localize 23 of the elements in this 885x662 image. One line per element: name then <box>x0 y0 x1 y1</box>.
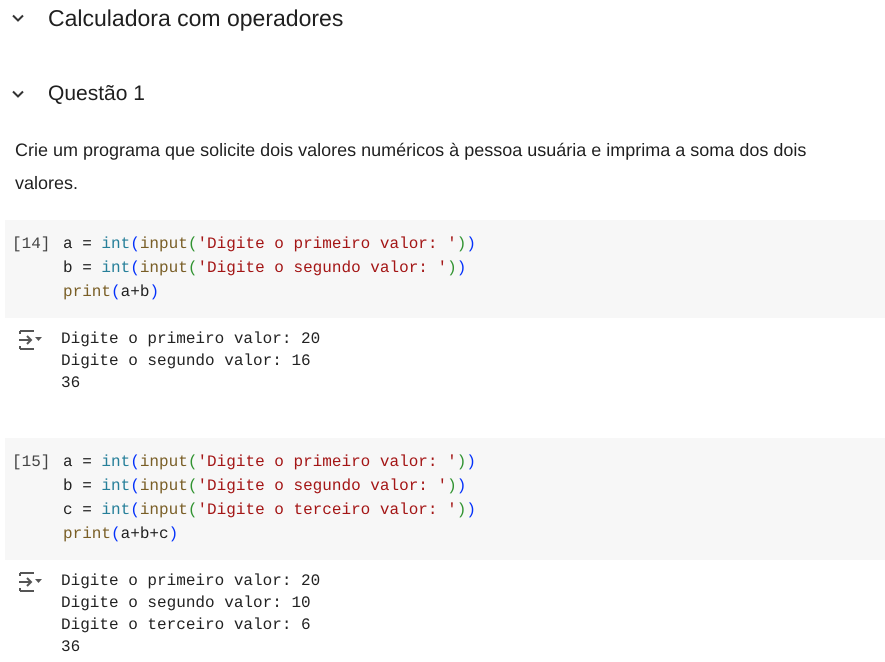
output-line: Digite o segundo valor: 10 <box>61 593 312 614</box>
code-line: print(a+b+c) <box>63 524 180 545</box>
output-line: Digite o primeiro valor: 20 <box>61 329 320 350</box>
section-heading: Calculadora com operadores <box>48 4 344 32</box>
code-line: b = int(input('Digite o segundo valor: ')) <box>63 476 468 497</box>
section-heading: Questão 1 <box>48 82 145 106</box>
output-line: Digite o segundo valor: 16 <box>61 351 312 372</box>
code-line: print(a+b) <box>63 282 160 303</box>
paragraph: Crie um programa que solicite dois valores numéricos à pessoa usuária e imprima a soma dos dois valores. <box>15 139 808 195</box>
execution-count: [15] <box>12 452 52 473</box>
code-cell[interactable]: [15] a = int(input('Digite o primeiro valor: ')) b = int(input('Digite o segundo valor: ')) c = int(input('Digite o terceiro valor: ')) print(a+b+c) <box>5 438 885 560</box>
code-cell[interactable]: [14] a = int(input('Digite o primeiro valor: ')) b = int(input('Digite o segundo valor: ')) print(a+b) <box>5 220 885 318</box>
output-toggle-icon[interactable] <box>17 571 43 593</box>
output-line: 36 <box>61 373 82 394</box>
code-line: a = int(input('Digite o primeiro valor: ')) <box>63 452 476 473</box>
code-line: c = int(input('Digite o terceiro valor: ')) <box>63 500 476 521</box>
execution-count: [14] <box>12 234 52 255</box>
output-toggle-icon[interactable] <box>17 329 43 351</box>
output-line: 36 <box>61 637 82 658</box>
code-line: a = int(input('Digite o primeiro valor: ')) <box>63 234 476 255</box>
code-line: b = int(input('Digite o segundo valor: ')) <box>63 258 468 279</box>
output-line: Digite o terceiro valor: 6 <box>61 615 312 636</box>
output-line: Digite o primeiro valor: 20 <box>61 571 320 592</box>
